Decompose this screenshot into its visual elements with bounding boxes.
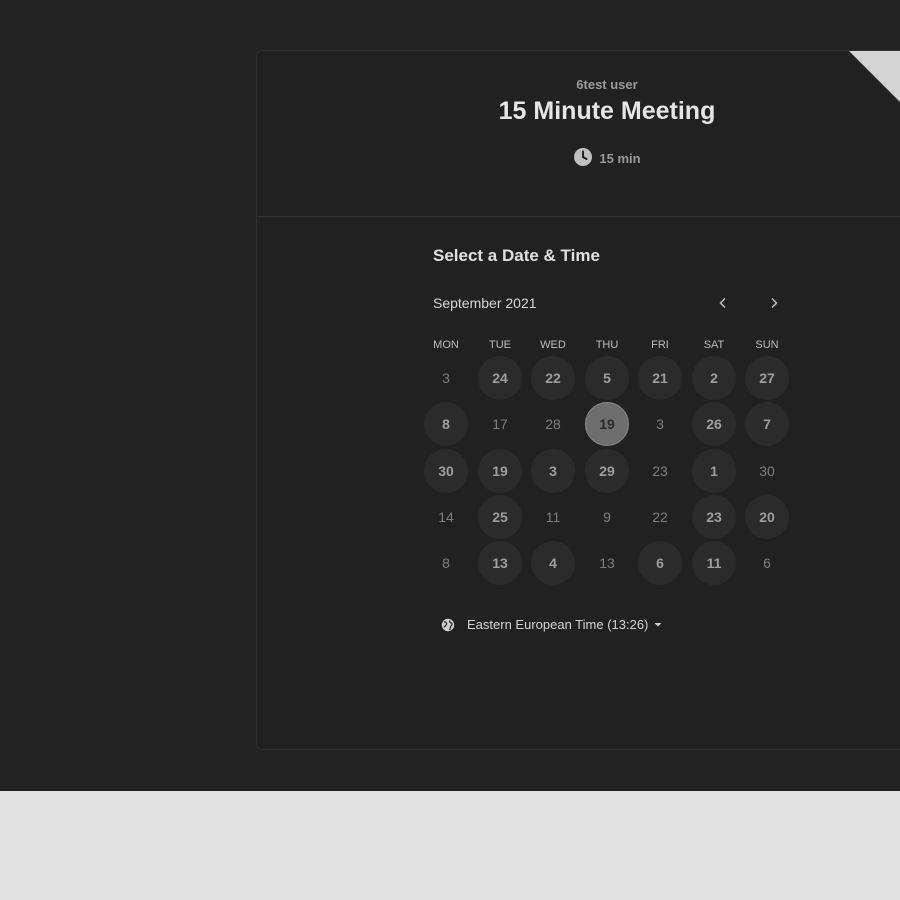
calendar-day-available[interactable]: 20 [745,495,789,539]
calendar-day-selected[interactable]: 19 [585,402,629,446]
chevron-left-icon [719,297,726,309]
calendar-day: 3 [656,416,664,432]
calendar-day-available[interactable]: 24 [478,356,522,400]
calendar-day-available[interactable]: 13 [478,541,522,585]
calendar-day-available[interactable]: 1 [692,449,736,493]
calendar-day-available[interactable]: 19 [478,449,522,493]
calendar-day: 22 [652,509,668,525]
weekday-sat: SAT [703,339,725,351]
calendar-day-available[interactable]: 21 [638,356,682,400]
weekday-sun: SUN [755,339,779,351]
calendar-day: 9 [603,509,611,525]
calendar-day-available[interactable]: 7 [745,402,789,446]
next-month-button[interactable] [762,291,786,315]
calendar-day: 14 [438,509,454,525]
timezone-label: Eastern European Time (13:26) [467,617,649,632]
calendar-day: 28 [545,416,561,432]
calendar-day-available[interactable]: 11 [692,541,736,585]
calendar-day: 3 [442,370,450,386]
calendar-day-available[interactable]: 22 [531,356,575,400]
duration-label: 15 min [599,151,641,166]
owner-name: 6test user [576,77,638,92]
app-background: C 6test user 15 Minute Meeting 15 min Se… [0,0,900,791]
clock-icon [574,148,593,166]
weekday-tue: TUE [489,339,511,351]
scheduling-card: C 6test user 15 Minute Meeting 15 min Se… [256,50,900,750]
calendar-day: 13 [599,555,615,571]
calendar-day-available[interactable]: 30 [424,449,468,493]
calendar-day: 30 [759,463,775,479]
section-title: Select a Date & Time [433,246,600,265]
calendar-day-available[interactable]: 5 [585,356,629,400]
calendar-day-available[interactable]: 3 [531,449,575,493]
weekday-fri: FRI [651,339,669,351]
calendar-day: 23 [652,463,668,479]
calendar-day-available[interactable]: 26 [692,402,736,446]
calendar-day-available[interactable]: 2 [692,356,736,400]
calendar-day-available[interactable]: 23 [692,495,736,539]
calendar-day: 8 [442,555,450,571]
weekday-mon: MON [433,339,459,351]
weekday-thu: THU [595,339,619,351]
prev-month-button[interactable] [711,291,735,315]
caret-down-icon [654,622,662,628]
calendar-day-available[interactable]: 4 [531,541,575,585]
event-header: 6test user 15 Minute Meeting 15 min [257,51,900,217]
calendar-day: 6 [763,555,771,571]
globe-icon [441,618,455,632]
event-title: 15 Minute Meeting [498,97,716,125]
event-duration: 15 min [257,147,900,167]
calendar-day: 11 [545,509,561,525]
timezone-selector[interactable]: Eastern European Time (13:26) [441,617,662,632]
calendar-day-available[interactable]: 25 [478,495,522,539]
weekday-wed: WED [540,339,566,351]
calendar-day-available[interactable]: 6 [638,541,682,585]
calendar-day-available[interactable]: 29 [585,449,629,493]
calendar-day: 17 [492,416,508,432]
chevron-right-icon [771,297,778,309]
month-label: September 2021 [433,295,537,311]
calendar-day-available[interactable]: 27 [745,356,789,400]
weekday-header: MON TUE WED THU FRI SAT SUN [420,339,798,353]
calendar-day-available[interactable]: 8 [424,402,468,446]
